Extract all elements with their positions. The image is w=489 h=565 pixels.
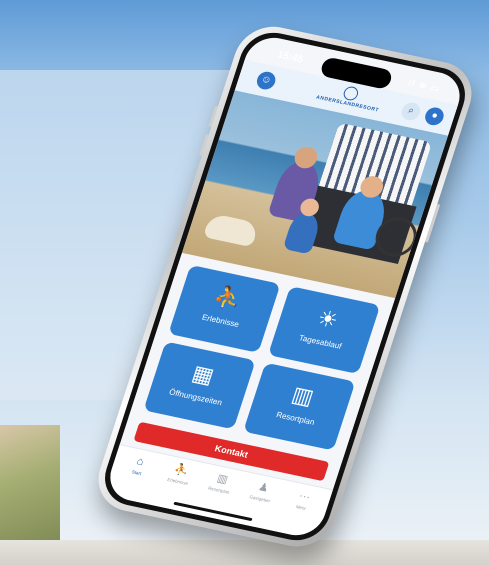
status-time: 15:45 — [275, 49, 305, 66]
location-icon[interactable]: ● — [422, 105, 447, 127]
background-ground — [0, 540, 489, 565]
background-foliage — [0, 425, 60, 540]
tile-tagesablauf[interactable]: ☀ Tagesablauf — [267, 286, 381, 375]
tab-erlebnisse[interactable]: ⛹ Erlebnisse — [156, 460, 203, 488]
user-icon[interactable]: ☺ — [254, 70, 278, 92]
tab-mehr[interactable]: ··· Mehr — [280, 487, 327, 515]
tile-erlebnisse[interactable]: ⛹ Erlebnisse — [168, 264, 281, 353]
tab-gastgeber[interactable]: ♟ Gastgeber — [239, 478, 286, 506]
tab-start[interactable]: ⌂ Start — [115, 452, 162, 480]
status-icons: ıl ≋ ▭ — [407, 77, 442, 94]
dog — [202, 212, 260, 248]
tile-oeffnungszeiten[interactable]: ▦ Öffnungszeiten — [143, 341, 256, 430]
logo-mark-icon — [341, 85, 360, 102]
tile-resortplan[interactable]: ▥ Resortplan — [243, 362, 356, 451]
search-icon[interactable]: ⌕ — [399, 100, 423, 122]
tab-resortplan[interactable]: ▥ Resortplan — [197, 469, 244, 497]
